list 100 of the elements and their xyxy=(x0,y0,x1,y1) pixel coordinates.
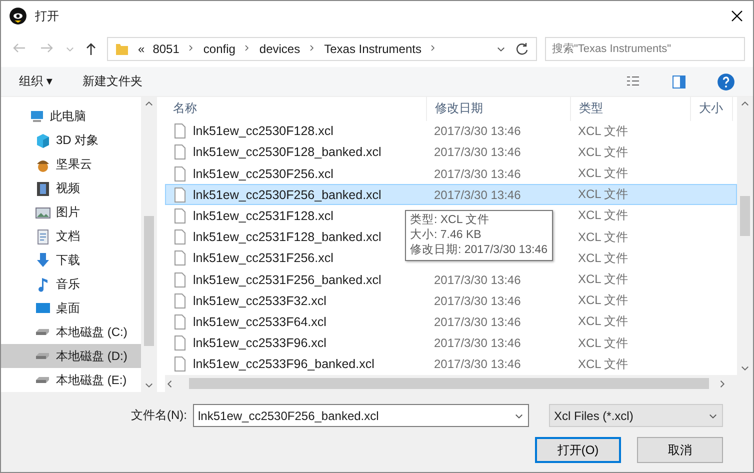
sidebar-item[interactable]: 桌面 xyxy=(1,296,141,320)
help-icon[interactable] xyxy=(717,72,735,90)
breadcrumb-segment[interactable]: config xyxy=(203,42,236,56)
cancel-button[interactable]: 取消 xyxy=(637,437,723,463)
file-type: XCL 文件 xyxy=(577,334,630,352)
file-type: XCL 文件 xyxy=(577,122,630,140)
drive-icon xyxy=(35,352,51,360)
picture-icon xyxy=(35,204,51,221)
document-icon xyxy=(35,228,51,245)
file-name[interactable]: lnk51ew_cc2533F32.xcl xyxy=(193,294,326,308)
address-bar[interactable]: « 8051 config devices Texas Instruments xyxy=(107,37,537,61)
file-icon xyxy=(172,166,188,182)
column-header[interactable]: 修改日期 xyxy=(427,97,571,121)
sidebar-item[interactable]: 坚果云 xyxy=(1,152,141,177)
sidebar-item[interactable]: 本地磁盘 (E:) xyxy=(1,368,141,392)
computer-icon xyxy=(29,108,45,125)
file-icon xyxy=(172,229,188,246)
breadcrumb-overflow[interactable]: « xyxy=(138,42,145,56)
file-name[interactable]: lnk51ew_cc2531F128.xcl xyxy=(193,208,334,223)
sidebar-item[interactable]: 3D 对象 xyxy=(1,128,141,153)
file-type: XCL 文件 xyxy=(577,186,630,204)
app-icon xyxy=(9,7,27,25)
file-type: XCL 文件 xyxy=(577,144,630,161)
sidebar-item[interactable]: 视频 xyxy=(1,176,141,201)
scrollbar-thumb[interactable] xyxy=(144,216,154,346)
file-icon xyxy=(172,272,188,288)
file-name[interactable]: lnk51ew_cc2533F96_banked.xcl xyxy=(193,357,374,372)
folder-icon xyxy=(114,41,130,57)
scrollbar-thumb[interactable] xyxy=(189,378,709,389)
sidebar-item[interactable]: 文档 xyxy=(1,224,141,249)
organize-menu[interactable]: 组织 ▾ xyxy=(19,73,52,90)
window-title: 打开 xyxy=(35,8,60,24)
modified-date: 2017/3/30 13:46 xyxy=(433,294,522,308)
file-name-field[interactable]: lnk51ew_cc2530F256_banked.xcl xyxy=(193,404,529,427)
modified-date: 2017/3/30 13:46 xyxy=(433,166,522,181)
modified-date: 2017/3/30 13:46 xyxy=(433,314,522,329)
drive-icon xyxy=(35,376,51,384)
modified-date: 2017/3/30 13:46 xyxy=(433,124,522,138)
file-type: XCL 文件 xyxy=(577,228,630,246)
file-name[interactable]: lnk51ew_cc2533F96.xcl xyxy=(193,336,326,350)
sidebar-item[interactable]: 音乐 xyxy=(1,272,141,296)
scrollbar-thumb[interactable] xyxy=(740,196,750,236)
file-icon xyxy=(172,123,188,140)
file-type: XCL 文件 xyxy=(577,292,630,310)
file-name[interactable]: lnk51ew_cc2530F256.xcl xyxy=(193,166,334,181)
file-name[interactable]: lnk51ew_cc2530F128.xcl xyxy=(193,124,334,138)
modified-date: 2017/3/30 13:46 xyxy=(433,145,522,160)
chevron-right-icon xyxy=(429,42,438,52)
file-type: XCL 文件 xyxy=(577,250,630,267)
preview-pane-icon[interactable] xyxy=(671,74,687,90)
file-icon xyxy=(172,208,188,224)
file-name[interactable]: lnk51ew_cc2531F256.xcl xyxy=(193,251,334,266)
close-icon[interactable] xyxy=(729,8,745,24)
file-icon xyxy=(172,292,188,309)
column-header[interactable]: 大小 xyxy=(691,97,733,121)
column-header[interactable]: 名称 xyxy=(165,97,427,121)
selected-file-row[interactable]: lnk51ew_cc2530F256_banked.xcl 2017/3/30 13:46 XCL 文件 xyxy=(165,184,737,206)
file-name[interactable]: lnk51ew_cc2531F256_banked.xcl xyxy=(193,272,382,287)
file-name[interactable]: lnk51ew_cc2533F64.xcl xyxy=(193,314,326,329)
chevron-right-icon xyxy=(243,42,252,52)
sidebar-item[interactable]: 图片 xyxy=(1,200,141,225)
file-icon xyxy=(172,186,188,203)
tooltip-line: 大小: 7.46 KB xyxy=(410,228,482,243)
chevron-right-icon xyxy=(308,42,316,52)
drive-icon xyxy=(35,328,51,336)
modified-date: 2017/3/30 13:46 xyxy=(433,357,522,372)
file-name[interactable]: lnk51ew_cc2531F128_banked.xcl xyxy=(193,230,382,244)
file-name-label: 文件名(N): xyxy=(131,407,187,424)
tooltip-line: 修改日期: 2017/3/30 13:46 xyxy=(410,243,548,258)
breadcrumb-segment[interactable]: devices xyxy=(259,42,300,56)
sidebar-item[interactable]: 本地磁盘 (D:) xyxy=(1,344,141,368)
file-icon xyxy=(172,250,188,266)
file-name[interactable]: lnk51ew_cc2530F256_banked.xcl xyxy=(193,188,382,202)
file-icon xyxy=(172,144,188,160)
sidebar-item[interactable]: 此电脑 xyxy=(1,105,141,129)
breadcrumb-segment[interactable]: 8051 xyxy=(152,42,180,56)
tooltip-line: 类型: XCL 文件 xyxy=(410,213,491,228)
modified-date: 2017/3/30 13:46 xyxy=(433,188,522,202)
new-folder-button[interactable]: 新建文件夹 xyxy=(82,73,142,90)
sidebar-item[interactable]: 下载 xyxy=(1,248,141,272)
file-type-dropdown[interactable]: Xcl Files (*.xcl) xyxy=(549,404,723,427)
breadcrumb-segment[interactable]: Texas Instruments xyxy=(324,42,422,56)
file-name[interactable]: lnk51ew_cc2530F128_banked.xcl xyxy=(193,145,382,160)
open-button[interactable]: 打开(O) xyxy=(535,437,621,463)
search-field[interactable]: 搜索"Texas Instruments" xyxy=(545,37,745,61)
file-type: XCL 文件 xyxy=(577,313,630,330)
download-arrow-icon xyxy=(35,252,51,268)
film-icon xyxy=(35,180,51,197)
file-type: XCL 文件 xyxy=(577,165,630,182)
modified-date: 2017/3/30 13:46 xyxy=(433,336,522,350)
file-icon xyxy=(172,314,188,330)
modified-date: 2017/3/30 13:46 xyxy=(433,272,522,287)
file-icon xyxy=(172,356,188,372)
file-type: XCL 文件 xyxy=(577,207,630,224)
file-type: XCL 文件 xyxy=(577,271,630,288)
column-header[interactable]: 类型 xyxy=(571,97,691,121)
sidebar-item[interactable]: 本地磁盘 (C:) xyxy=(1,320,141,344)
cube-icon xyxy=(35,132,51,149)
refresh-icon[interactable] xyxy=(514,41,530,57)
file-type: XCL 文件 xyxy=(577,356,630,373)
